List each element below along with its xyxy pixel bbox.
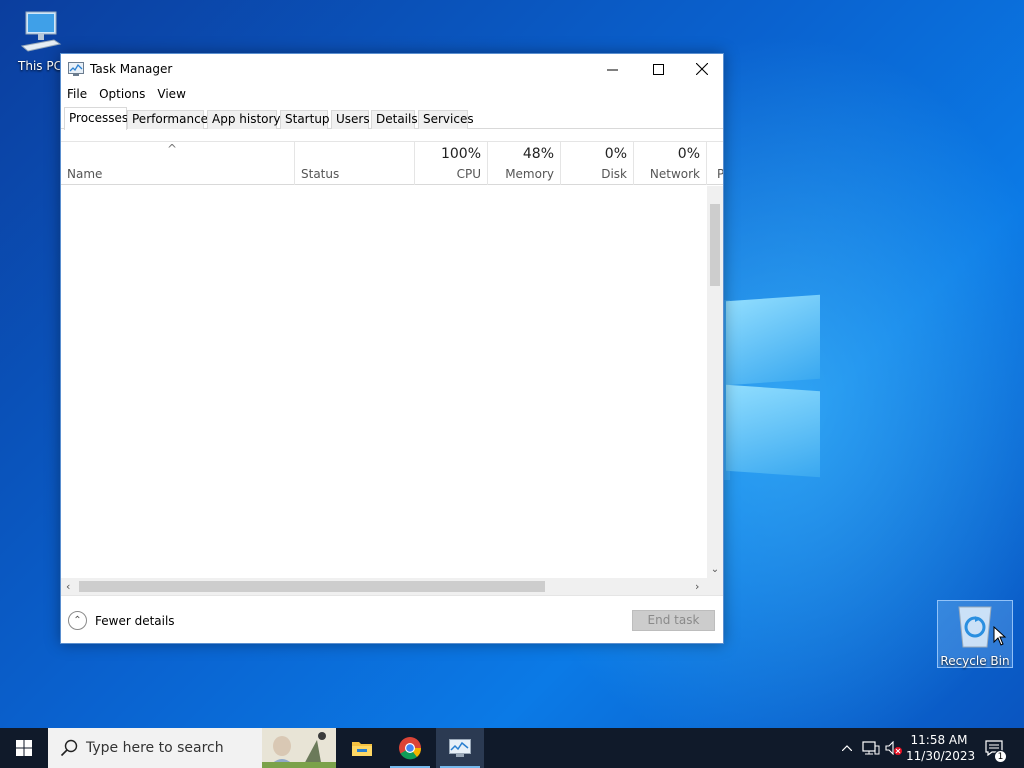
maximize-button[interactable] (635, 54, 681, 84)
scroll-right-icon[interactable]: › (695, 578, 699, 595)
tab-details[interactable]: Details (371, 110, 418, 129)
maximize-icon (652, 63, 664, 75)
scrollbar-corner (707, 578, 723, 595)
task-manager-icon (449, 739, 471, 757)
tab-performance[interactable]: Performance (127, 110, 208, 129)
clock-time: 11:58 AM (910, 733, 968, 747)
network-status-button[interactable] (860, 728, 882, 768)
process-list[interactable] (61, 186, 707, 581)
tab-processes[interactable]: Processes (64, 107, 128, 130)
mouse-cursor-icon (993, 626, 1007, 646)
show-hidden-icons-button[interactable] (838, 728, 856, 768)
menu-view[interactable]: View (157, 87, 191, 101)
title-bar[interactable]: Task Manager (61, 54, 723, 84)
computer-icon (20, 11, 62, 52)
column-usage-value: 0% (677, 146, 700, 162)
column-label: Name (67, 167, 103, 181)
menu-bar: File Options View (61, 84, 723, 104)
minimize-button[interactable] (589, 54, 635, 84)
column-usage-value: 48% (522, 146, 554, 162)
column-label: Disk (601, 167, 627, 181)
menu-options[interactable]: Options (99, 87, 151, 101)
vertical-scrollbar[interactable]: ⌄ (707, 186, 723, 581)
scroll-left-icon[interactable]: ‹ (66, 578, 70, 595)
column-label: Memory (505, 167, 554, 181)
wallpaper-logo-pane (726, 294, 820, 386)
end-task-button[interactable]: End task (632, 610, 715, 631)
taskbar-chrome[interactable] (386, 728, 434, 768)
search-icon (60, 739, 78, 757)
speaker-muted-icon (885, 741, 902, 755)
column-header: ^ Name Status 100% CPU 48% Memory 0% Dis… (61, 141, 723, 185)
menu-file[interactable]: File (67, 87, 93, 101)
close-icon (696, 63, 708, 75)
notification-count-badge: 1 (994, 750, 1007, 763)
recycle-bin-icon (958, 606, 992, 648)
column-label: CPU (456, 167, 481, 181)
search-placeholder: Type here to search (86, 740, 224, 756)
volume-button[interactable] (884, 728, 904, 768)
fewer-details-button[interactable]: ⌃ Fewer details (68, 611, 175, 630)
task-manager-window[interactable]: Task Manager File Options View Processes… (60, 53, 724, 644)
search-highlight-illustration (262, 728, 336, 768)
taskbar-task-manager[interactable] (436, 728, 484, 768)
clock-date: 11/30/2023 (906, 749, 976, 763)
desktop-icon-label: Recycle Bin (940, 654, 1010, 668)
windows-logo-icon (16, 740, 32, 756)
tab-strip: Processes Performance App history Startu… (61, 107, 723, 130)
taskbar: Type here to search 11:58 AM 11/30/2023 … (0, 728, 1024, 768)
action-center-button[interactable]: 1 (980, 728, 1008, 768)
column-usage-value: 0% (604, 146, 627, 162)
horizontal-scrollbar[interactable]: ‹ › (61, 578, 707, 595)
window-title: Task Manager (90, 62, 173, 76)
minimize-icon (606, 69, 618, 70)
file-explorer-icon (352, 742, 372, 756)
column-cpu[interactable]: 100% CPU (415, 142, 488, 185)
column-memory[interactable]: 48% Memory (488, 142, 561, 185)
window-footer: ⌃ Fewer details End task (61, 595, 723, 643)
wallpaper-logo-pane (726, 384, 820, 478)
column-label: P (717, 167, 723, 181)
column-power[interactable]: P (707, 142, 723, 185)
scroll-thumb[interactable] (79, 581, 545, 592)
tab-users[interactable]: Users (331, 110, 370, 129)
column-usage-value: 100% (440, 146, 481, 162)
start-button[interactable] (0, 728, 48, 768)
taskbar-clock[interactable]: 11:58 AM 11/30/2023 (906, 732, 976, 764)
taskbar-file-explorer[interactable] (338, 728, 386, 768)
column-label: Network (649, 167, 700, 181)
column-network[interactable]: 0% Network (634, 142, 707, 185)
task-manager-icon (68, 62, 84, 76)
chevron-up-icon: ⌃ (68, 611, 87, 630)
scroll-down-icon[interactable]: ⌄ (707, 564, 723, 575)
sort-ascending-icon: ^ (167, 142, 178, 156)
tab-services[interactable]: Services (418, 110, 474, 129)
chrome-icon (399, 737, 422, 760)
close-button[interactable] (679, 54, 725, 84)
column-status[interactable]: Status (295, 142, 415, 185)
column-disk[interactable]: 0% Disk (561, 142, 634, 185)
scroll-thumb[interactable] (710, 204, 720, 286)
tab-startup[interactable]: Startup (280, 110, 330, 129)
chevron-up-icon (842, 745, 852, 751)
tab-app-history[interactable]: App history (207, 110, 281, 129)
column-name[interactable]: ^ Name (61, 142, 295, 185)
taskbar-search-box[interactable]: Type here to search (48, 728, 336, 768)
network-icon (862, 741, 880, 755)
fewer-details-label: Fewer details (95, 613, 175, 628)
column-label: Status (301, 167, 340, 181)
